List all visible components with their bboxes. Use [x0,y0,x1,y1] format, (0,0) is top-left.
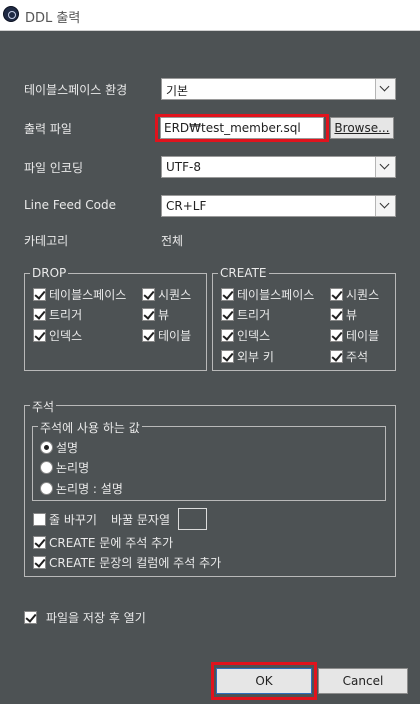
chevron-down-icon[interactable] [375,79,395,99]
file-encoding-combo[interactable]: UTF-8 [161,156,396,178]
output-file-input[interactable]: ERD₩test_member.sql [160,117,324,139]
comment-option-both-radio[interactable] [40,482,53,495]
create-trigger-label: 트리거 [237,308,271,322]
category-value: 전체 [161,234,184,248]
create-column-comment-label: CREATE 문장의 컬럼에 주석 추가 [49,556,222,570]
title-bar: DDL 출력 [0,0,420,31]
comment-option-logical-name-radio[interactable] [40,461,53,474]
output-file-value: ERD₩test_member.sql [164,121,301,135]
create-view-label: 뷰 [346,308,358,322]
tablespace-env-combo[interactable]: 기본 [161,78,396,100]
create-tablespace-checkbox[interactable] [221,288,234,301]
file-encoding-label: 파일 인코딩 [24,161,84,175]
line-feed-label: Line Feed Code [24,198,116,212]
create-column-comment-checkbox[interactable] [33,556,46,569]
replace-string-input[interactable] [178,508,207,530]
tablespace-env-label: 테이블스페이스 환경 [24,83,128,97]
drop-tablespace-label: 테이블스페이스 [49,288,127,302]
app-icon [3,6,19,22]
create-table-label: 테이블 [346,329,380,343]
create-trigger-checkbox[interactable] [221,308,234,321]
create-sequence-checkbox[interactable] [330,288,343,301]
drop-sequence-checkbox[interactable] [142,288,155,301]
ok-button-label: OK [255,674,273,688]
create-foreign-key-checkbox[interactable] [221,350,234,363]
drop-trigger-label: 트리거 [49,308,83,322]
drop-table-checkbox[interactable] [142,329,155,342]
drop-tablespace-checkbox[interactable] [33,288,46,301]
browse-button-label: Browse... [334,121,390,135]
cancel-button-label: Cancel [342,674,384,688]
create-foreign-key-label: 외부 키 [237,350,274,364]
comment-option-both-label: 논리명 : 설명 [56,482,123,496]
chevron-down-icon[interactable] [375,157,395,177]
open-after-save-checkbox[interactable] [24,611,37,624]
comment-option-logical-name-label: 논리명 [56,461,90,475]
output-file-label: 출력 파일 [24,122,72,136]
drop-index-checkbox[interactable] [33,329,46,342]
create-sequence-label: 시퀀스 [346,288,380,302]
chevron-down-icon[interactable] [375,196,395,216]
comment-value-group-title: 주석에 사용 하는 값 [38,419,142,436]
drop-view-label: 뷰 [158,308,170,322]
create-index-checkbox[interactable] [221,329,234,342]
drop-sequence-label: 시퀀스 [158,288,192,302]
comment-option-description-label: 설명 [56,441,79,455]
drop-trigger-checkbox[interactable] [33,308,46,321]
create-index-label: 인덱스 [237,329,271,343]
drop-table-label: 테이블 [158,329,192,343]
create-view-checkbox[interactable] [330,308,343,321]
comment-group-title: 주석 [30,398,57,415]
tablespace-env-value: 기본 [166,84,189,98]
open-after-save-label: 파일을 저장 후 열기 [46,611,146,625]
drop-index-label: 인덱스 [49,329,83,343]
create-comment-add-checkbox[interactable] [33,536,46,549]
drop-group-title: DROP [30,266,69,280]
create-tablespace-label: 테이블스페이스 [237,288,315,302]
browse-button[interactable]: Browse... [330,117,394,139]
create-comment-checkbox[interactable] [330,350,343,363]
drop-view-checkbox[interactable] [142,308,155,321]
line-feed-combo[interactable]: CR+LF [161,195,396,217]
window-title: DDL 출력 [25,11,81,26]
create-table-checkbox[interactable] [330,329,343,342]
line-break-checkbox[interactable] [33,513,46,526]
create-group-title: CREATE [218,266,269,280]
category-label: 카테고리 [24,234,69,248]
replace-string-label: 바꿀 문자열 [111,513,171,527]
line-break-label: 줄 바꾸기 [49,513,97,527]
create-comment-label: 주석 [346,350,369,364]
line-feed-value: CR+LF [166,199,207,213]
file-encoding-value: UTF-8 [166,160,201,174]
comment-option-description-radio[interactable] [40,441,53,454]
create-comment-add-label: CREATE 문에 주석 추가 [49,536,174,550]
ok-button[interactable]: OK [216,668,312,694]
cancel-button[interactable]: Cancel [318,668,408,694]
